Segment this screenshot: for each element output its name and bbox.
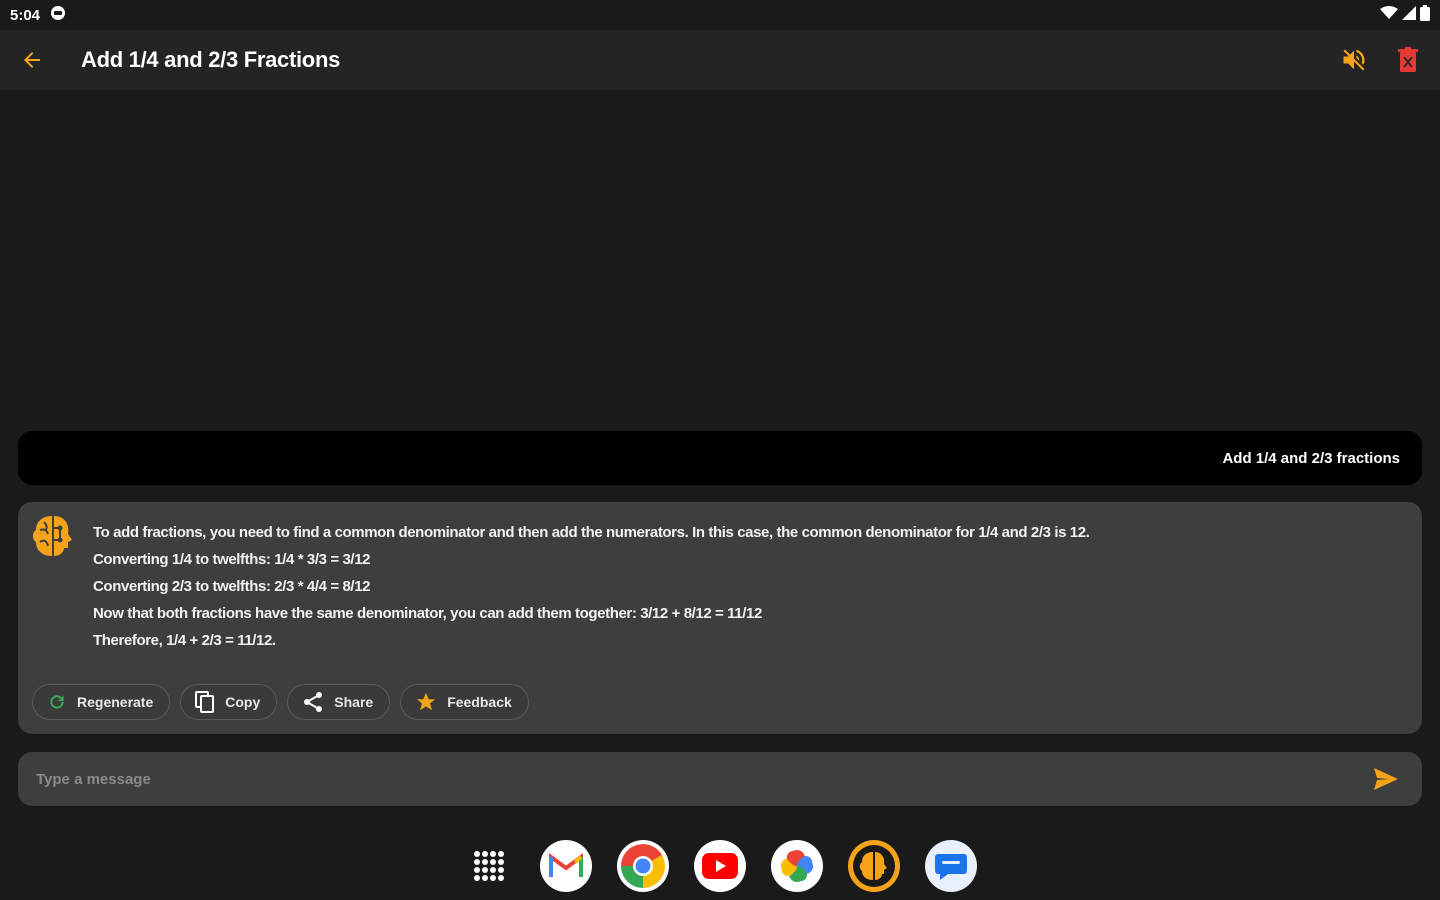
- status-time: 5:04: [10, 6, 41, 24]
- user-message-text: Add 1/4 and 2/3 fractions: [1222, 449, 1400, 467]
- volume-off-icon: [1343, 49, 1365, 71]
- bot-line: Now that both fractions have the same de…: [93, 605, 762, 622]
- bot-line: Therefore, 1/4 + 2/3 = 11/12.: [93, 632, 276, 649]
- copy-button[interactable]: Copy: [180, 684, 278, 720]
- bot-message-text: To add fractions, you need to find a com…: [93, 519, 1090, 654]
- page-title: Add 1/4 and 2/3 Fractions: [81, 47, 341, 72]
- copy-icon: [195, 691, 215, 713]
- message-input[interactable]: [36, 770, 1366, 788]
- star-icon: [417, 692, 436, 711]
- gmail-icon[interactable]: [540, 840, 592, 892]
- signal-icon: [1402, 6, 1416, 24]
- bot-line: Converting 1/4 to twelfths: 1/4 * 3/3 = …: [93, 551, 371, 568]
- app-bar: Add 1/4 and 2/3 Fractions: [0, 30, 1440, 90]
- chrome-icon[interactable]: [617, 840, 669, 892]
- send-button[interactable]: [1366, 759, 1406, 799]
- copy-label: Copy: [225, 694, 261, 710]
- battery-icon: [1420, 5, 1430, 25]
- app-dock: [0, 835, 1440, 897]
- feedback-label: Feedback: [447, 694, 512, 710]
- user-message: Add 1/4 and 2/3 fractions: [18, 431, 1422, 485]
- feedback-button[interactable]: Feedback: [400, 684, 529, 720]
- trash-icon: [1398, 47, 1418, 72]
- brain-icon: [30, 512, 74, 560]
- vpn-icon: [50, 5, 66, 25]
- status-bar: 5:04: [0, 0, 1440, 30]
- response-actions: Regenerate Copy Share Feedback: [32, 684, 529, 720]
- delete-button[interactable]: [1390, 42, 1426, 78]
- bot-response-card: To add fractions, you need to find a com…: [18, 502, 1422, 734]
- messages-icon[interactable]: [925, 840, 977, 892]
- brain-app-icon[interactable]: [848, 840, 900, 892]
- share-button[interactable]: Share: [287, 684, 391, 720]
- share-label: Share: [334, 694, 374, 710]
- wifi-icon: [1380, 6, 1398, 24]
- back-button[interactable]: [0, 30, 64, 90]
- mute-button[interactable]: [1336, 42, 1372, 78]
- arrow-left-icon: [24, 52, 40, 68]
- share-icon: [304, 692, 323, 712]
- photos-icon[interactable]: [771, 840, 823, 892]
- refresh-icon: [50, 695, 64, 709]
- regenerate-button[interactable]: Regenerate: [32, 684, 171, 720]
- bot-line: To add fractions, you need to find a com…: [93, 524, 1090, 541]
- youtube-icon[interactable]: [694, 840, 746, 892]
- bot-line: Converting 2/3 to twelfths: 2/3 * 4/4 = …: [93, 578, 371, 595]
- app-drawer-icon[interactable]: [463, 840, 515, 892]
- regenerate-label: Regenerate: [77, 694, 154, 710]
- send-icon: [1374, 768, 1398, 790]
- message-input-bar: [18, 752, 1422, 806]
